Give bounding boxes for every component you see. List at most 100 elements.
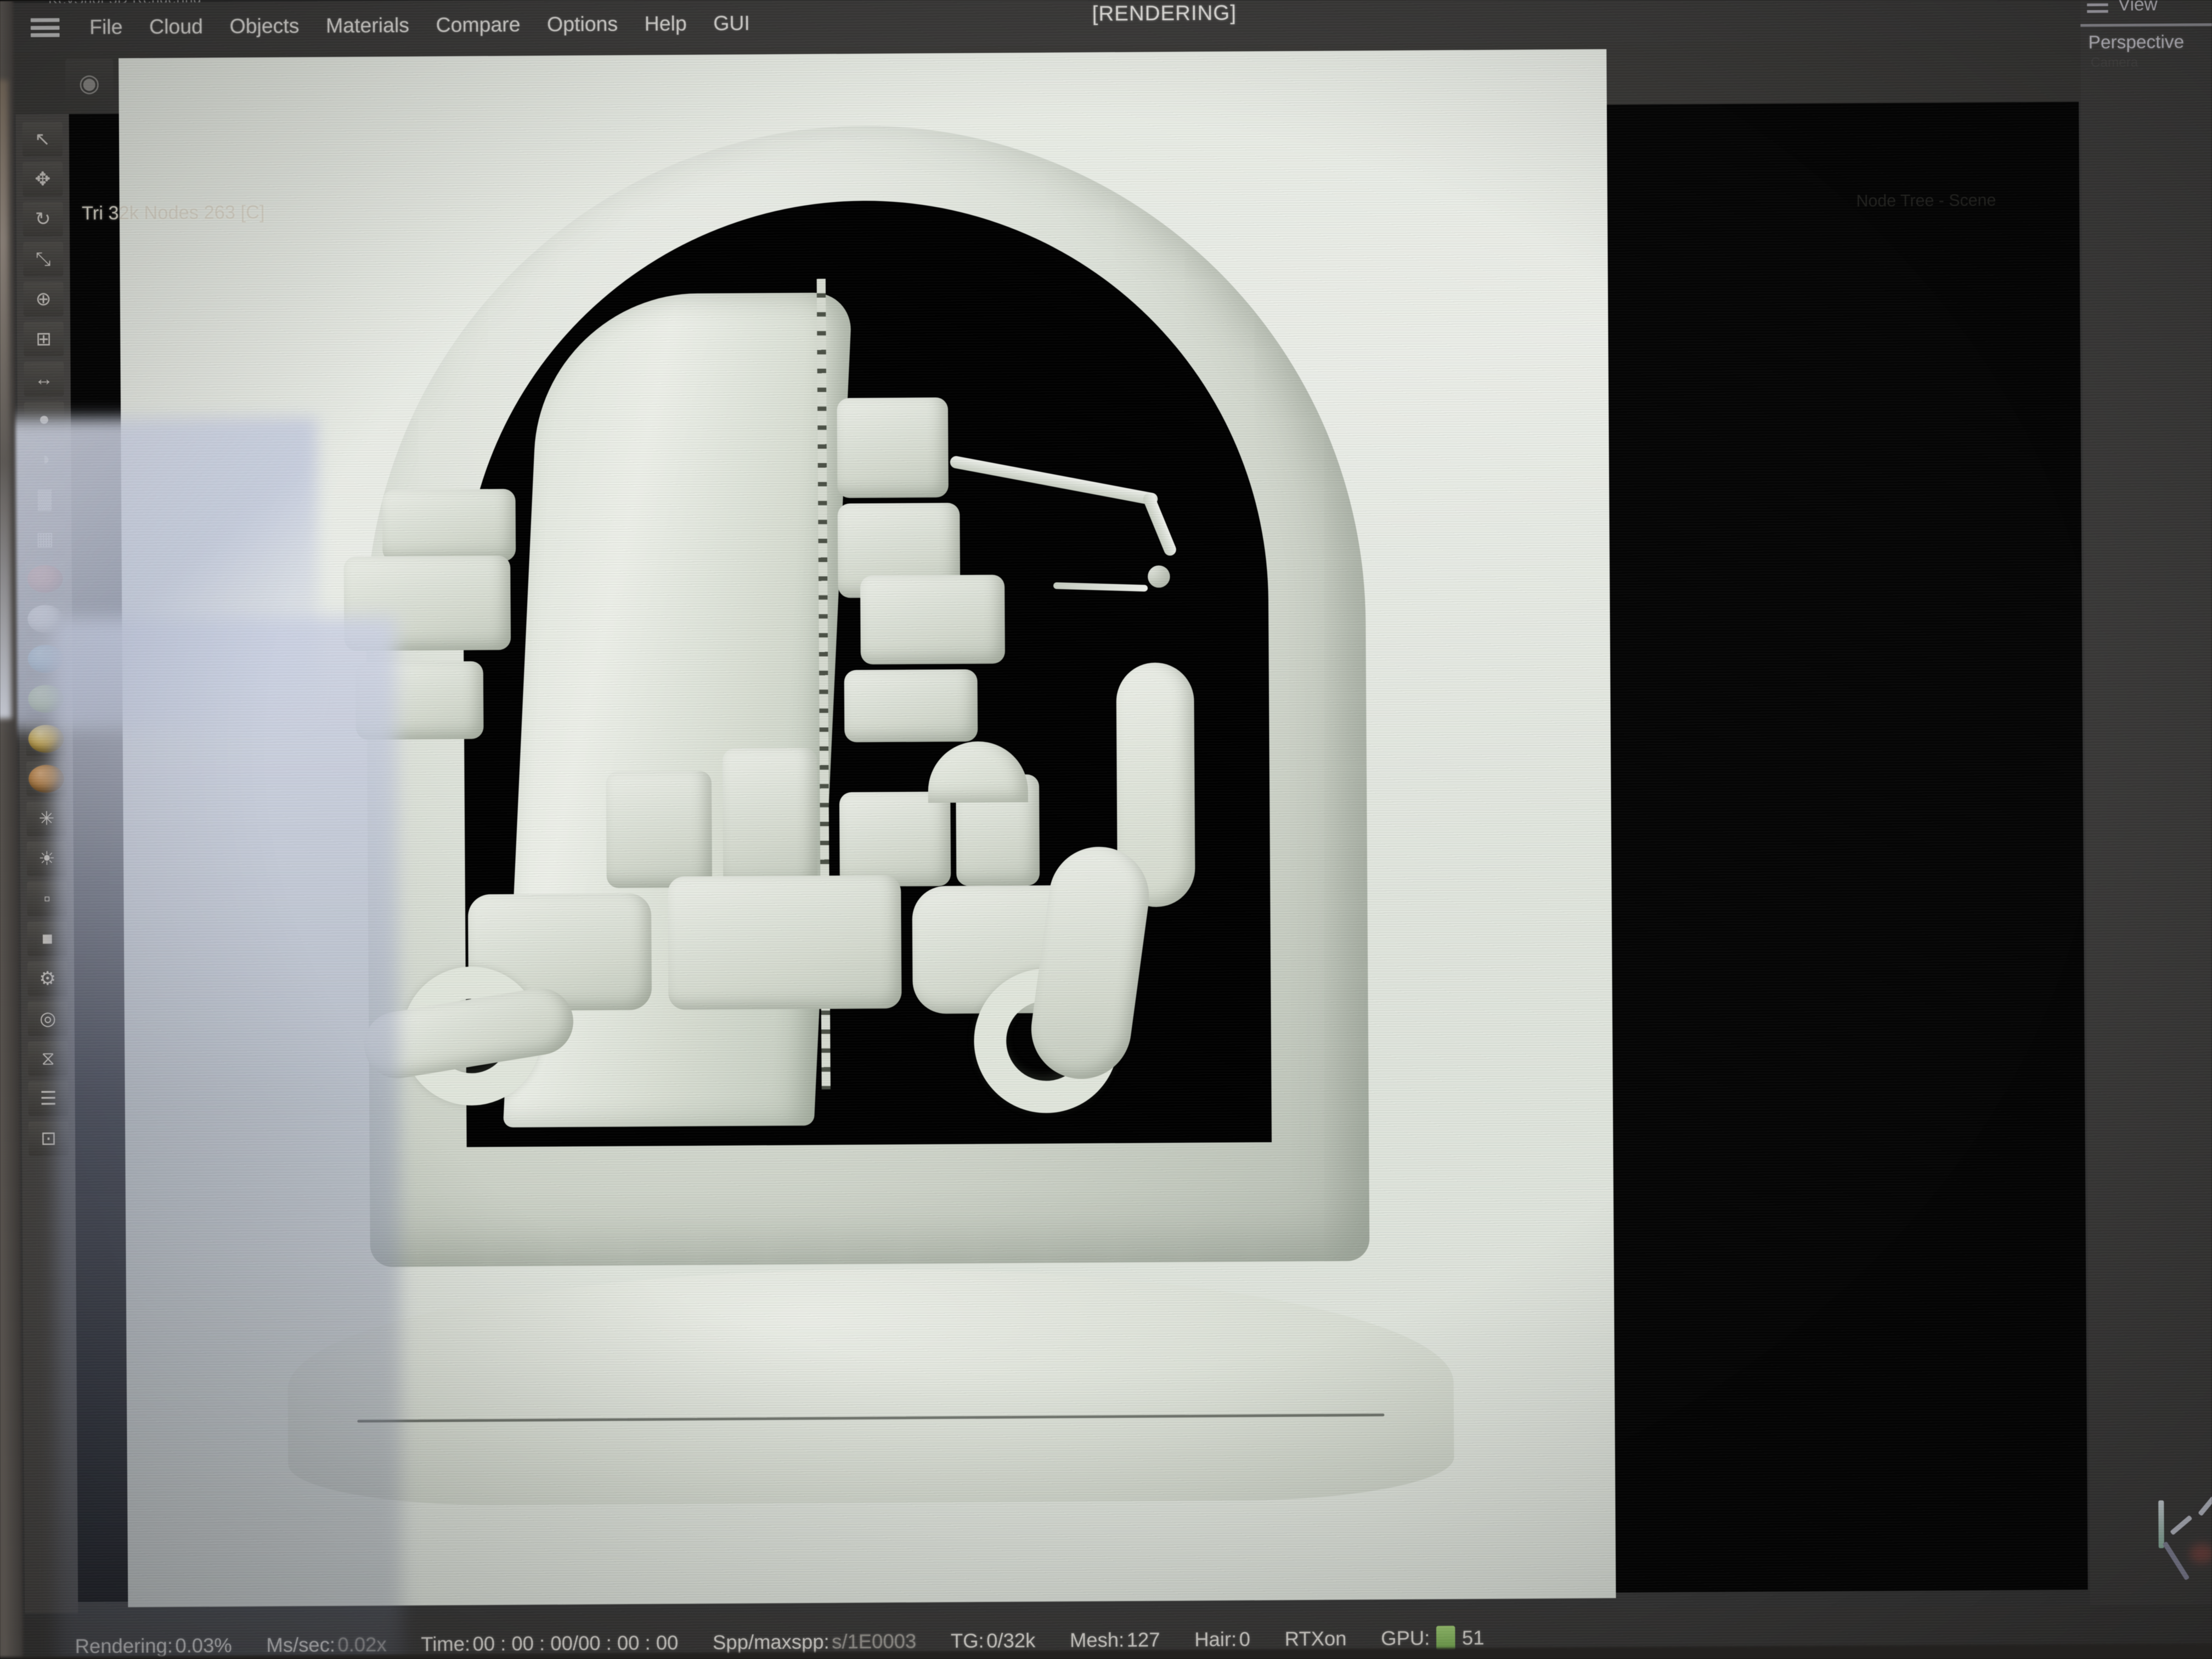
grid-icon[interactable]: ⊡ bbox=[28, 1121, 69, 1156]
lighting-preset-icon[interactable]: ✳ bbox=[26, 801, 67, 837]
menu-item-options[interactable]: Options bbox=[534, 13, 631, 37]
paint-tool-icon[interactable]: ◑ bbox=[24, 442, 65, 477]
menu-item-cloud[interactable]: Cloud bbox=[136, 15, 217, 38]
axis-z bbox=[2170, 1515, 2193, 1536]
open-scene-icon[interactable]: ◉ bbox=[65, 59, 114, 107]
screen-content: KeyShot 3D Rendering File Cloud Objects … bbox=[0, 0, 2212, 1659]
viewport-stats-overlay-right: Node Tree - Scene bbox=[1856, 191, 1996, 211]
history-icon[interactable]: ⧖ bbox=[27, 1041, 69, 1076]
sun-light-icon[interactable]: ☀ bbox=[26, 841, 67, 876]
menu-item-view[interactable]: View bbox=[2118, 0, 2158, 15]
move-tool-icon[interactable]: ✥ bbox=[22, 162, 63, 197]
render-settings-glyph: ⚙ bbox=[39, 968, 57, 990]
status-rendering-label: Rendering: bbox=[75, 1634, 173, 1658]
axis-orientation-gizmo[interactable] bbox=[2158, 1476, 2212, 1581]
block-center-2 bbox=[722, 748, 818, 888]
snap-tool-glyph: ⊞ bbox=[36, 328, 52, 350]
measure-tool-glyph: ↔ bbox=[34, 368, 54, 390]
status-rendering-value: 0.03% bbox=[175, 1634, 232, 1657]
rendered-image bbox=[119, 49, 1616, 1607]
camera-perspective-label[interactable]: Perspective bbox=[2088, 31, 2184, 53]
checker-texture-icon[interactable]: ▦ bbox=[25, 521, 65, 556]
block-right-top bbox=[837, 397, 949, 498]
render-viewport[interactable]: Tri 32k Nodes 263 [C] Node Tree - Scene bbox=[69, 49, 2088, 1607]
axis-y bbox=[2158, 1500, 2164, 1548]
material-sphere-icon[interactable]: ● bbox=[24, 402, 65, 437]
block-center-1 bbox=[606, 771, 713, 888]
layers-icon[interactable]: ☰ bbox=[28, 1081, 69, 1116]
camera-view-glyph: ◎ bbox=[40, 1008, 57, 1030]
hamburger-menu-icon-right[interactable] bbox=[2087, 0, 2108, 13]
menu-item-compare[interactable]: Compare bbox=[422, 13, 534, 37]
status-time-value: 00 : 00 : 00/00 : 00 : 00 bbox=[472, 1631, 679, 1655]
menu-item-file[interactable]: File bbox=[76, 15, 136, 39]
texture-tool-icon[interactable]: ▓ bbox=[24, 481, 65, 517]
rotate-tool-glyph: ↻ bbox=[35, 208, 51, 230]
texture-tool-glyph: ▓ bbox=[37, 488, 52, 510]
material-red-sphere-icon[interactable] bbox=[25, 561, 65, 596]
hamburger-menu-icon[interactable] bbox=[30, 15, 60, 40]
right-panel-divider bbox=[2080, 23, 2212, 27]
antenna-node bbox=[1147, 565, 1170, 588]
block-right-mid2 bbox=[860, 574, 1005, 665]
status-mssec-label: Ms/sec: bbox=[266, 1633, 336, 1657]
status-rtx-toggle[interactable]: RTXon bbox=[1285, 1627, 1347, 1651]
paint-tool-glyph: ◑ bbox=[38, 448, 50, 470]
block-left-upper bbox=[382, 489, 516, 562]
status-mssec-value: 0.02x bbox=[337, 1633, 387, 1656]
material-green-sphere-icon[interactable] bbox=[25, 681, 66, 716]
axis-x bbox=[2162, 1541, 2190, 1581]
history-glyph: ⧖ bbox=[41, 1047, 55, 1069]
gpu-load-bar bbox=[1436, 1626, 1455, 1651]
grid-glyph: ⊡ bbox=[40, 1128, 57, 1149]
menu-item-help[interactable]: Help bbox=[631, 12, 700, 36]
block-center-3 bbox=[839, 791, 951, 887]
menu-item-materials[interactable]: Materials bbox=[313, 14, 423, 38]
status-spp-value: s/1E0003 bbox=[832, 1629, 917, 1653]
open-scene-glyph: ◉ bbox=[78, 69, 100, 97]
status-tg-label: TG: bbox=[950, 1629, 984, 1652]
menu-item-gui[interactable]: GUI bbox=[700, 12, 763, 35]
block-left-bottom bbox=[355, 661, 484, 740]
right-panel-menu: View bbox=[2080, 0, 2212, 22]
right-side-panel: View Perspective Camera bbox=[2080, 0, 2212, 1659]
pivot-tool-icon[interactable]: ⊕ bbox=[23, 281, 64, 317]
render-status-flag: [RENDERING] bbox=[1092, 1, 1237, 26]
status-mesh-value: 127 bbox=[1126, 1628, 1160, 1651]
area-light-glyph: ▫ bbox=[43, 888, 51, 909]
status-gpu-value: 51 bbox=[1462, 1626, 1485, 1649]
axis-z-tip bbox=[2198, 1496, 2212, 1516]
lighting-preset-glyph: ✳ bbox=[38, 808, 55, 830]
menu-item-objects[interactable]: Objects bbox=[216, 14, 313, 38]
pivot-tool-glyph: ⊕ bbox=[35, 288, 52, 310]
select-tool-icon[interactable]: ↖ bbox=[22, 122, 63, 157]
ground-plinth bbox=[287, 1266, 1454, 1506]
scale-tool-glyph: ⤡ bbox=[35, 248, 51, 270]
sun-light-glyph: ☀ bbox=[38, 848, 55, 870]
backplate-glyph: ■ bbox=[41, 928, 53, 949]
status-tg-value: 0/32k bbox=[986, 1629, 1036, 1652]
camera-view-icon[interactable]: ◎ bbox=[27, 1001, 68, 1036]
camera-sub-label: Camera bbox=[2090, 54, 2138, 70]
material-copper-sphere-icon[interactable] bbox=[26, 761, 67, 797]
block-left-lower bbox=[343, 555, 511, 651]
area-light-icon[interactable]: ▫ bbox=[27, 881, 67, 916]
material-white-sphere-icon[interactable] bbox=[25, 601, 66, 636]
status-hair-value: 0 bbox=[1239, 1627, 1251, 1651]
measure-tool-icon[interactable]: ↔ bbox=[24, 362, 64, 397]
move-tool-glyph: ✥ bbox=[35, 168, 51, 190]
status-mesh-label: Mesh: bbox=[1069, 1628, 1125, 1652]
status-hair-label: Hair: bbox=[1194, 1627, 1237, 1651]
render-settings-icon[interactable]: ⚙ bbox=[27, 961, 68, 996]
rotate-tool-icon[interactable]: ↻ bbox=[22, 201, 63, 237]
block-right-low bbox=[844, 669, 978, 742]
monitor-photo: KeyShot 3D Rendering File Cloud Objects … bbox=[0, 0, 2212, 1659]
material-gold-sphere-icon[interactable] bbox=[26, 721, 66, 757]
select-tool-glyph: ↖ bbox=[34, 128, 50, 150]
base-block-mid bbox=[668, 875, 902, 1010]
snap-tool-icon[interactable]: ⊞ bbox=[23, 321, 64, 357]
status-time-label: Time: bbox=[421, 1632, 471, 1656]
scale-tool-icon[interactable]: ⤡ bbox=[23, 241, 64, 276]
backplate-icon[interactable]: ■ bbox=[27, 921, 67, 956]
material-blue-sphere-icon[interactable] bbox=[25, 641, 66, 676]
